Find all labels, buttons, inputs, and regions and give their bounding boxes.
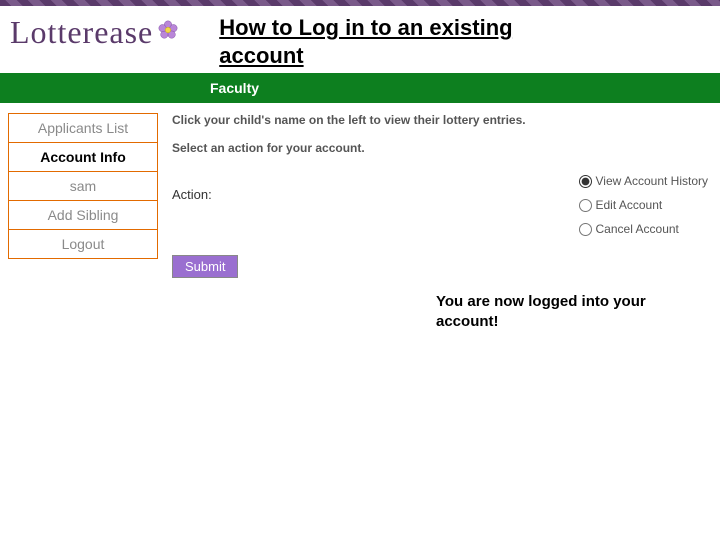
sidebar-item-account-info[interactable]: Account Info xyxy=(8,143,158,172)
sidebar-item-add-sibling[interactable]: Add Sibling xyxy=(8,201,158,230)
logo: Lotterease xyxy=(10,14,179,51)
radio-input-cancel[interactable] xyxy=(579,223,592,236)
radio-label-cancel: Cancel Account xyxy=(596,222,679,236)
sidebar-item-sam[interactable]: sam xyxy=(8,172,158,201)
radio-cancel-account[interactable]: Cancel Account xyxy=(579,217,709,241)
instruction-2: Select an action for your account. xyxy=(172,141,708,155)
main-area: Applicants List Account Info sam Add Sib… xyxy=(0,103,720,278)
radio-list: View Account History Edit Account Cancel… xyxy=(579,169,709,241)
sidebar: Applicants List Account Info sam Add Sib… xyxy=(8,113,158,278)
radio-label-edit: Edit Account xyxy=(596,198,663,212)
radio-edit-account[interactable]: Edit Account xyxy=(579,193,709,217)
logged-in-note: You are now logged into your account! xyxy=(436,292,666,331)
green-bar: Faculty xyxy=(0,73,720,103)
submit-button[interactable]: Submit xyxy=(172,255,238,278)
action-label: Action: xyxy=(172,169,212,202)
sidebar-item-applicants-list[interactable]: Applicants List xyxy=(8,113,158,143)
logo-text: Lotterease xyxy=(10,14,153,51)
page-title: How to Log in to an existing account xyxy=(219,14,579,69)
flower-icon xyxy=(157,12,179,49)
header-row: Lotterease How to Log in to an existing … xyxy=(0,6,720,73)
instruction-1: Click your child's name on the left to v… xyxy=(172,113,708,127)
content-panel: Click your child's name on the left to v… xyxy=(158,113,708,278)
action-area: Action: View Account History Edit Accoun… xyxy=(172,169,708,241)
radio-input-view[interactable] xyxy=(579,175,592,188)
radio-view-account-history[interactable]: View Account History xyxy=(579,169,709,193)
sidebar-item-logout[interactable]: Logout xyxy=(8,230,158,259)
radio-input-edit[interactable] xyxy=(579,199,592,212)
green-bar-label: Faculty xyxy=(210,80,259,96)
radio-label-view: View Account History xyxy=(596,174,709,188)
